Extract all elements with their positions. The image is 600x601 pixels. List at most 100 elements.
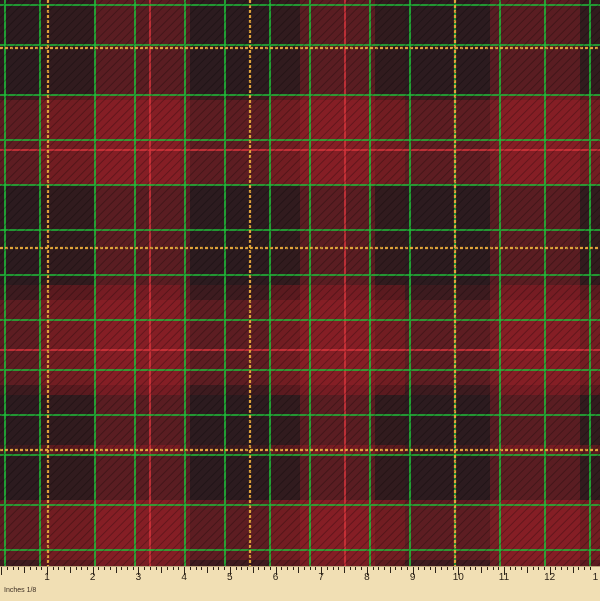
ruler-tick	[195, 567, 197, 570]
ruler-tick	[218, 567, 220, 570]
ruler-tick	[258, 567, 260, 570]
ruler-tick	[24, 567, 26, 573]
ruler-tick	[1, 567, 3, 575]
ruler-tick	[104, 567, 106, 570]
ruler-tick	[7, 567, 8, 570]
ruler-tick	[126, 567, 128, 570]
ruler-tick	[224, 567, 226, 570]
ruler-tick	[543, 567, 545, 570]
ruler-tick	[178, 567, 180, 570]
ruler-tick	[492, 567, 494, 570]
ruler-tick	[578, 567, 580, 570]
ruler-number: 1	[44, 572, 50, 583]
ruler-number: 9	[409, 572, 416, 583]
ruler-tick	[161, 567, 163, 573]
ruler-tick	[69, 567, 71, 573]
ruler-tick	[115, 567, 117, 573]
ruler-tick	[481, 567, 483, 573]
ruler-tick	[344, 567, 346, 573]
ruler-tick	[561, 567, 563, 570]
ruler-tick	[555, 567, 557, 570]
ruler-tick	[166, 567, 168, 570]
ruler-tick	[361, 567, 363, 570]
ruler-tick	[304, 567, 306, 570]
ruler-tick	[326, 567, 328, 570]
ruler-number: 11	[498, 572, 510, 583]
measurement-ruler: 1 2 3 4 5 6 7 8 9 10 11 12 1 Inches 1/8	[0, 566, 600, 601]
ruler-tick	[144, 567, 146, 570]
ruler-tick	[401, 567, 403, 570]
ruler-tick	[241, 567, 243, 570]
ruler-tick	[18, 567, 20, 570]
ruler-tick	[384, 567, 386, 570]
ruler-tick	[109, 567, 111, 570]
ruler-tick	[486, 567, 488, 570]
ruler-tick	[424, 567, 426, 570]
ruler-number: 4	[181, 572, 187, 583]
ruler-tick	[172, 567, 174, 570]
ruler-tick	[235, 567, 237, 570]
ruler-tick	[475, 567, 477, 570]
ruler-number: 2	[89, 572, 96, 583]
ruler-tick	[269, 567, 271, 570]
ruler-tick	[41, 567, 43, 570]
ruler-tick	[446, 567, 448, 570]
ruler-tick	[572, 567, 574, 573]
ruler-tick	[332, 567, 334, 570]
ruler-tick	[566, 567, 568, 570]
ruler-tick	[538, 567, 540, 570]
ruler-tick	[286, 567, 288, 570]
ruler-tick	[206, 567, 208, 573]
ruler-tick	[52, 567, 54, 570]
ruler-tick	[435, 567, 437, 573]
ruler-tick	[429, 567, 431, 570]
ruler-tick	[498, 567, 500, 570]
ruler-number: 10	[452, 572, 464, 583]
ruler-tick	[372, 567, 374, 570]
ruler-tick	[509, 567, 511, 570]
ruler-tick	[264, 567, 266, 570]
ruler-tick	[86, 567, 88, 570]
ruler-tick	[452, 567, 454, 570]
ruler-tick	[309, 567, 311, 570]
ruler-tick	[246, 567, 248, 570]
ruler-tick	[292, 567, 294, 570]
ruler-tick	[338, 567, 340, 570]
ruler-tick	[532, 567, 534, 570]
ruler-number: 3	[135, 572, 142, 583]
ruler-tick	[298, 567, 300, 573]
plaid-fabric	[0, 0, 600, 600]
ruler-tick	[29, 567, 31, 570]
ruler-tick	[98, 567, 100, 570]
ruler-tick	[149, 567, 151, 570]
ruler-tick	[121, 567, 123, 570]
ruler-tick	[378, 567, 380, 570]
ruler-tick	[418, 567, 420, 570]
ruler-number: 7	[318, 572, 324, 583]
ruler-tick	[389, 567, 391, 573]
ruler-tick	[515, 567, 517, 570]
ruler-tick	[189, 567, 191, 570]
ruler-tick	[469, 567, 471, 570]
ruler-tick	[132, 567, 134, 570]
ruler-number: 8	[364, 572, 370, 583]
ruler-tick	[201, 567, 203, 570]
ruler-tick	[349, 567, 351, 570]
ruler-number: 12	[544, 572, 556, 583]
ruler-tick	[35, 567, 37, 570]
ruler-tick	[252, 567, 254, 573]
ruler-tick	[58, 567, 60, 570]
ruler-tick	[441, 567, 443, 570]
ruler-tick	[583, 567, 585, 570]
ruler-tick	[281, 567, 283, 570]
ruler-number: 1	[592, 572, 599, 583]
ruler-tick	[464, 567, 465, 570]
ruler-tick	[64, 567, 66, 570]
ruler-unit-label: Inches 1/8	[4, 587, 37, 594]
ruler-tick	[395, 567, 397, 570]
ruler-tick	[12, 567, 14, 570]
ruler-tick	[521, 567, 523, 570]
ruler-tick	[81, 567, 83, 570]
ruler-tick	[589, 567, 591, 570]
ruler-tick	[315, 567, 317, 570]
